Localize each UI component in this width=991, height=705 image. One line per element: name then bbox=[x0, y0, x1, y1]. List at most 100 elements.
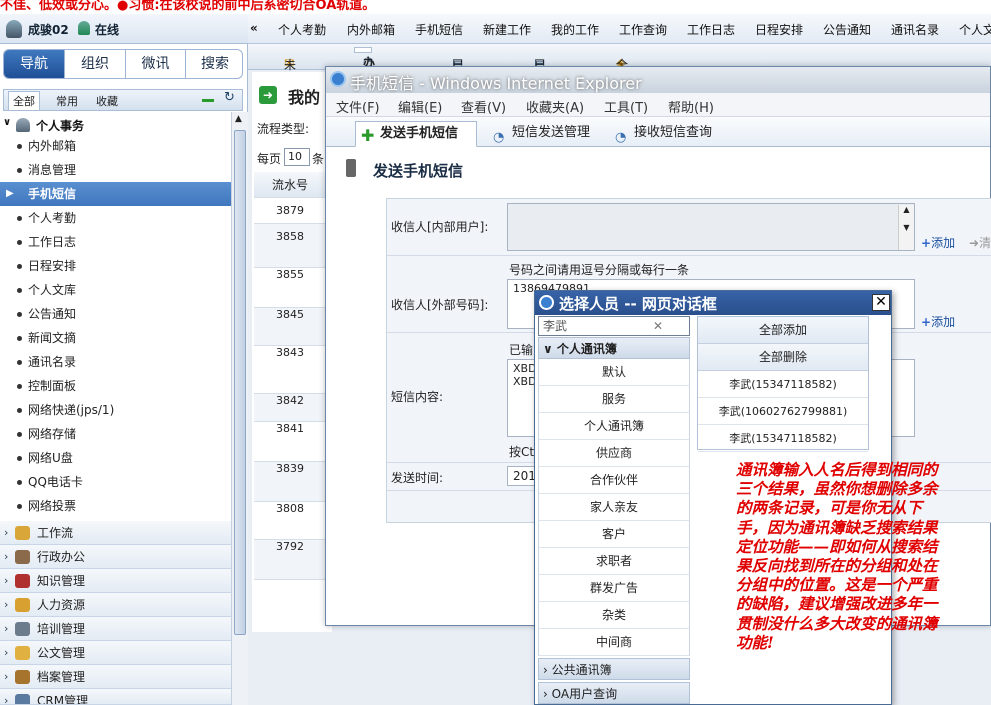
sidebar-item-sms[interactable]: ▶ 手机短信 bbox=[0, 182, 231, 206]
sidebar-item-schedule[interactable]: 日程安排 bbox=[0, 254, 231, 278]
sidebar-item-news[interactable]: 新闻文摘 bbox=[0, 326, 231, 350]
sidebar-item-express[interactable]: 网络快递(jps/1) bbox=[0, 398, 231, 422]
sidebar-item-attendance[interactable]: 个人考勤 bbox=[0, 206, 231, 230]
category-item[interactable]: 个人通讯簿 bbox=[538, 413, 690, 440]
top-nav-item[interactable]: 通讯名录 bbox=[891, 21, 939, 38]
table-row[interactable]: 3855 bbox=[254, 268, 326, 308]
top-nav-item[interactable]: 个人文 bbox=[959, 21, 991, 38]
clear-internal-link[interactable]: ➜清 bbox=[969, 234, 991, 251]
tab-organization[interactable]: 组织 bbox=[65, 50, 126, 78]
tab-in-progress[interactable]: ◔ 办理中 bbox=[354, 47, 375, 104]
add-internal-link[interactable]: +添加 bbox=[921, 234, 955, 251]
sidebar-item-vote[interactable]: 网络投票 bbox=[0, 494, 231, 518]
category-item[interactable]: 群发广告 bbox=[538, 575, 690, 602]
per-page-input[interactable]: 10 bbox=[284, 148, 310, 166]
table-row[interactable]: 3842 bbox=[254, 394, 326, 422]
public-book-header[interactable]: › 公共通讯簿 bbox=[538, 658, 690, 680]
sidebar-item-contacts[interactable]: 通讯名录 bbox=[0, 350, 231, 374]
category-item[interactable]: 合作伙伴 bbox=[538, 467, 690, 494]
category-item[interactable]: 客户 bbox=[538, 521, 690, 548]
top-nav-item[interactable]: 新建工作 bbox=[483, 21, 531, 38]
tab-send-sms[interactable]: ✚ 发送手机短信 bbox=[355, 121, 477, 147]
result-item[interactable]: 李武(15347118582) bbox=[698, 425, 868, 452]
tab-navigation[interactable]: 导航 bbox=[4, 50, 65, 78]
section-personal-affairs[interactable]: ∨ 个人事务 bbox=[0, 114, 231, 136]
user-name[interactable]: 成骏02 bbox=[28, 21, 69, 38]
result-item[interactable]: 李武(10602762799881) bbox=[698, 398, 868, 425]
dialog-titlebar[interactable]: 选择人员 -- 网页对话框 ✕ bbox=[535, 291, 891, 315]
clear-search-icon[interactable]: ✕ bbox=[653, 317, 663, 335]
internal-scroll[interactable]: ▲ ▼ bbox=[898, 205, 914, 250]
collapse-icon[interactable] bbox=[202, 99, 214, 102]
sidebar-item-udisk[interactable]: 网络U盘 bbox=[0, 446, 231, 470]
category-item[interactable]: 杂类 bbox=[538, 602, 690, 629]
menu-favorites[interactable]: 收藏夹(A) bbox=[526, 97, 584, 116]
table-row[interactable]: 3792 bbox=[254, 540, 326, 580]
top-nav-item[interactable]: 手机短信 bbox=[415, 21, 463, 38]
subtab-common[interactable]: 常用 bbox=[56, 93, 78, 109]
table-row[interactable]: 3843 bbox=[254, 346, 326, 394]
sidebar-group-hr[interactable]: › 人力资源 bbox=[0, 593, 231, 617]
ie-titlebar[interactable]: 手机短信 - Windows Internet Explorer bbox=[326, 67, 990, 93]
sidebar-item-messages[interactable]: 消息管理 bbox=[0, 158, 231, 182]
menu-file[interactable]: 文件(F) bbox=[336, 97, 380, 116]
menu-help[interactable]: 帮助(H) bbox=[668, 97, 714, 116]
sidebar-item-mailbox[interactable]: 内外邮箱 bbox=[0, 134, 231, 158]
sidebar-group-archives[interactable]: › 档案管理 bbox=[0, 665, 231, 689]
internal-recipients-field[interactable] bbox=[507, 203, 915, 251]
category-item[interactable]: 供应商 bbox=[538, 440, 690, 467]
top-nav-item[interactable]: 个人考勤 bbox=[278, 21, 326, 38]
tab-sms-received[interactable]: ◔ 接收短信查询 bbox=[610, 121, 732, 147]
sidebar-group-workflow[interactable]: › 工作流 bbox=[0, 521, 231, 545]
oa-query-header[interactable]: › OA用户查询 bbox=[538, 682, 690, 704]
sidebar-group-knowledge[interactable]: › 知识管理 bbox=[0, 569, 231, 593]
table-row[interactable]: 3808 bbox=[254, 502, 326, 540]
scroll-up-icon[interactable]: ▲ bbox=[235, 114, 242, 124]
table-row[interactable]: 3841 bbox=[254, 422, 326, 462]
menu-tools[interactable]: 工具(T) bbox=[604, 97, 648, 116]
table-row[interactable]: 3839 bbox=[254, 462, 326, 502]
category-item[interactable]: 默认 bbox=[538, 359, 690, 386]
sidebar-item-storage[interactable]: 网络存储 bbox=[0, 422, 231, 446]
tab-search[interactable]: 搜索 bbox=[186, 50, 242, 78]
top-nav-item[interactable]: 工作查询 bbox=[619, 21, 667, 38]
sidebar-item-notices[interactable]: 公告通知 bbox=[0, 302, 231, 326]
table-row[interactable]: 3858 bbox=[254, 224, 326, 268]
sidebar-group-training[interactable]: › 培训管理 bbox=[0, 617, 231, 641]
nav-scroll-left-icon[interactable]: « bbox=[250, 21, 258, 35]
search-input[interactable]: 李武 ✕ bbox=[538, 316, 690, 336]
sidebar-item-worklog[interactable]: 工作日志 bbox=[0, 230, 231, 254]
top-nav-item[interactable]: 公告通知 bbox=[823, 21, 871, 38]
tab-sms-manage[interactable]: ◔ 短信发送管理 bbox=[488, 121, 608, 147]
table-row[interactable]: 3845 bbox=[254, 308, 326, 346]
add-all-button[interactable]: 全部添加 bbox=[698, 317, 868, 344]
personal-book-header[interactable]: ∨ 个人通讯簿 bbox=[538, 337, 690, 359]
menu-view[interactable]: 查看(V) bbox=[461, 97, 506, 116]
sidebar-item-control-panel[interactable]: 控制面板 bbox=[0, 374, 231, 398]
top-nav-item[interactable]: 工作日志 bbox=[687, 21, 735, 38]
delete-all-button[interactable]: 全部删除 bbox=[698, 344, 868, 371]
subtab-all[interactable]: 全部 bbox=[8, 91, 40, 111]
tab-messenger[interactable]: 微讯 bbox=[126, 50, 186, 78]
close-icon[interactable]: ✕ bbox=[872, 294, 890, 311]
sidebar-item-qq-card[interactable]: QQ电话卡 bbox=[0, 470, 231, 494]
result-item[interactable]: 李武(15347118582) bbox=[698, 371, 868, 398]
sidebar-group-crm[interactable]: › CRM管理 bbox=[0, 689, 231, 705]
top-nav-item[interactable]: 我的工作 bbox=[551, 21, 599, 38]
category-item[interactable]: 中间商 bbox=[538, 629, 690, 656]
add-external-link[interactable]: +添加 bbox=[921, 313, 955, 330]
top-nav-item[interactable]: 内外邮箱 bbox=[347, 21, 395, 38]
user-status[interactable]: 在线 bbox=[95, 21, 119, 38]
top-nav-item[interactable]: 日程安排 bbox=[755, 21, 803, 38]
category-item[interactable]: 服务 bbox=[538, 386, 690, 413]
refresh-icon[interactable]: ↻ bbox=[224, 90, 235, 105]
subtab-favorites[interactable]: 收藏 bbox=[96, 93, 118, 109]
menu-edit[interactable]: 编辑(E) bbox=[398, 97, 442, 116]
sidebar-item-library[interactable]: 个人文库 bbox=[0, 278, 231, 302]
scrollbar-thumb[interactable] bbox=[234, 130, 246, 635]
table-row[interactable]: 3879 bbox=[254, 198, 326, 224]
category-item[interactable]: 求职者 bbox=[538, 548, 690, 575]
sidebar-scrollbar[interactable]: ▲ bbox=[231, 112, 248, 705]
category-item[interactable]: 家人亲友 bbox=[538, 494, 690, 521]
sidebar-group-admin[interactable]: › 行政办公 bbox=[0, 545, 231, 569]
